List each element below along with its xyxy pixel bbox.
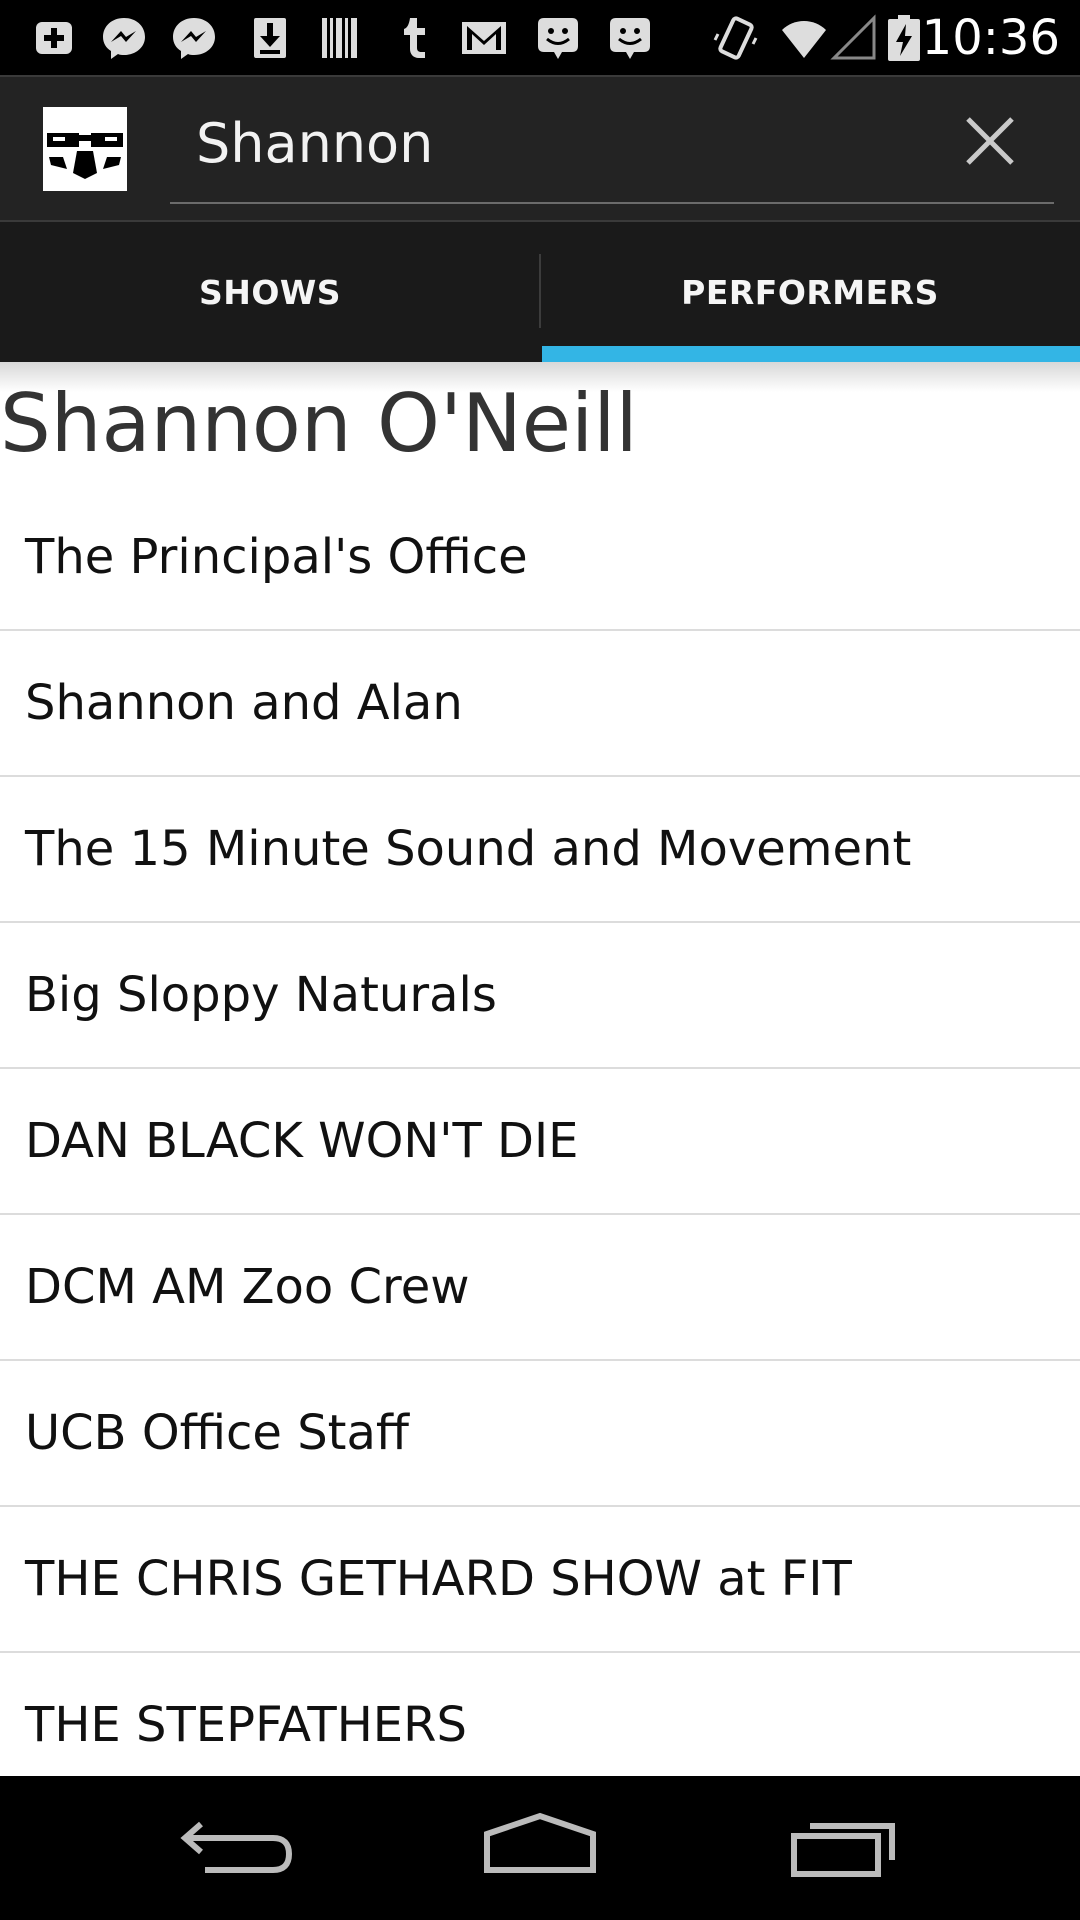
tab-performers[interactable]: PERFORMERS [540,222,1080,362]
show-list: The Principal's Office Shannon and Alan … [0,485,1080,1776]
home-icon[interactable] [465,1798,615,1898]
battery-charging-icon [888,15,920,61]
list-item[interactable]: DAN BLACK WON'T DIE [0,1069,1080,1215]
close-icon[interactable] [958,109,1022,173]
list-item[interactable]: The 15 Minute Sound and Movement [0,777,1080,923]
messenger-icon [103,18,145,59]
plus-box-icon [36,22,72,54]
back-icon[interactable] [165,1798,315,1898]
chat-bubble-icon [538,18,578,59]
list-item[interactable]: THE CHRIS GETHARD SHOW at FIT [0,1507,1080,1653]
messenger-icon [173,18,215,59]
selected-tab-indicator [542,346,1080,362]
list-item[interactable]: UCB Office Staff [0,1361,1080,1507]
chat-bubble-icon [610,18,650,59]
gmail-icon [462,22,506,54]
app-screen: 10:36 SHOWS PERFORMERS [0,0,1080,1920]
barcode-icon [322,18,357,58]
list-item[interactable]: DCM AM Zoo Crew [0,1215,1080,1361]
vibrate-icon [713,16,758,60]
list-item[interactable]: Shannon and Alan [0,631,1080,777]
tab-shows[interactable]: SHOWS [0,222,540,362]
signal-icon [830,14,876,60]
search-input[interactable] [196,107,916,179]
app-logo-face-icon[interactable] [43,107,127,191]
download-icon [254,18,286,58]
status-time: 10:36 [921,10,1060,66]
tab-bar: SHOWS PERFORMERS [0,222,1080,362]
list-item[interactable]: Big Sloppy Naturals [0,923,1080,1069]
search-box [170,89,1054,204]
performer-name: Shannon O'Neill [0,377,638,470]
status-bar: 10:36 [0,0,1080,75]
performer-content: Shannon O'Neill The Principal's Office S… [0,362,1080,1776]
tumblr-icon [404,18,425,58]
list-item[interactable]: THE STEPFATHERS [0,1653,1080,1776]
wifi-icon [782,21,826,58]
navigation-bar [0,1776,1080,1920]
recents-icon[interactable] [768,1798,918,1898]
action-bar [0,75,1080,222]
list-item[interactable]: The Principal's Office [0,485,1080,631]
